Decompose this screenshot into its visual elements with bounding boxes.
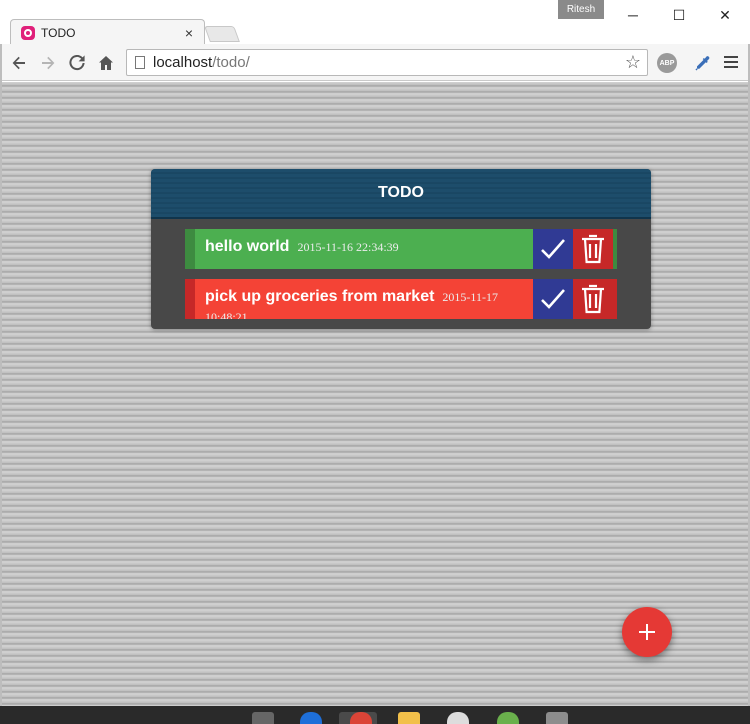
os-taskbar [0, 706, 750, 724]
check-icon [541, 239, 565, 259]
todo-timestamp: 2015-11-16 22:34:39 [297, 240, 399, 254]
todo-text: hello world [205, 238, 290, 255]
todo-item: pick up groceries from market 2015-11-17 … [185, 279, 617, 319]
url-text[interactable]: localhost/todo/ [153, 54, 625, 71]
app-favicon-icon [21, 25, 35, 40]
delete-todo-button[interactable] [573, 279, 613, 319]
todo-text: pick up groceries from market [205, 288, 435, 305]
chrome-menu-icon[interactable] [723, 54, 739, 70]
clock-app-icon[interactable] [447, 712, 469, 724]
address-bar[interactable]: localhost/todo/ ☆ [126, 49, 648, 76]
todo-content[interactable]: hello world 2015-11-16 22:34:39 [195, 229, 533, 269]
bookmark-star-icon[interactable]: ☆ [625, 52, 641, 73]
url-path: /todo/ [212, 54, 250, 71]
todo-content[interactable]: pick up groceries from market 2015-11-17 … [195, 279, 533, 319]
sublime-text-icon[interactable] [546, 712, 568, 724]
task-view-icon[interactable] [252, 712, 274, 724]
todo-color-stripe [185, 279, 195, 319]
url-host: localhost [153, 54, 213, 71]
page-icon [135, 56, 145, 69]
todo-color-stripe [185, 229, 195, 269]
back-arrow-icon [12, 56, 25, 70]
profile-badge[interactable]: Ritesh [558, 0, 604, 19]
back-button[interactable] [8, 52, 30, 74]
mark-done-button[interactable] [533, 279, 573, 319]
page-title: TODO [378, 184, 424, 201]
minimize-button[interactable]: ─ [610, 4, 656, 26]
browser-tab[interactable]: TODO × [10, 19, 205, 45]
trash-icon [582, 284, 604, 314]
forward-button[interactable] [37, 52, 59, 74]
file-explorer-icon[interactable] [398, 712, 420, 724]
todo-end-stripe [613, 229, 617, 269]
todo-item: hello world 2015-11-16 22:34:39 [185, 229, 617, 269]
plus-icon [639, 624, 655, 640]
maximize-button[interactable]: ☐ [656, 4, 702, 26]
reload-button[interactable] [66, 52, 88, 74]
add-todo-button[interactable] [622, 607, 672, 657]
page-viewport: TODO hello world 2015-11-16 22:34:39 pick… [2, 82, 748, 706]
tab-close-icon[interactable]: × [182, 25, 196, 41]
eyedropper-icon [695, 56, 710, 71]
delete-todo-button[interactable] [573, 229, 613, 269]
home-icon [99, 56, 113, 70]
tab-title: TODO [41, 25, 76, 40]
android-app-icon[interactable] [497, 712, 519, 724]
browser-toolbar: localhost/todo/ ☆ ABP [0, 44, 750, 81]
trash-icon [582, 234, 604, 264]
new-tab-button[interactable] [204, 26, 240, 42]
edge-icon[interactable] [300, 712, 322, 724]
chrome-icon[interactable] [350, 712, 372, 724]
todo-list: hello world 2015-11-16 22:34:39 pick up g… [185, 229, 617, 329]
mark-done-button[interactable] [533, 229, 573, 269]
check-icon [541, 289, 565, 309]
adblock-plus-icon[interactable]: ABP [657, 53, 677, 73]
reload-icon [69, 55, 85, 71]
forward-arrow-icon [42, 56, 55, 70]
todo-end-stripe [613, 279, 617, 319]
home-button[interactable] [95, 52, 117, 74]
todo-header: TODO [151, 169, 651, 219]
window-close-button[interactable]: ✕ [702, 4, 748, 26]
window-titlebar: TODO × Ritesh ─ ☐ ✕ [0, 0, 750, 45]
todo-card: TODO hello world 2015-11-16 22:34:39 pick… [151, 169, 651, 329]
eyedropper-extension-button[interactable] [691, 52, 713, 74]
